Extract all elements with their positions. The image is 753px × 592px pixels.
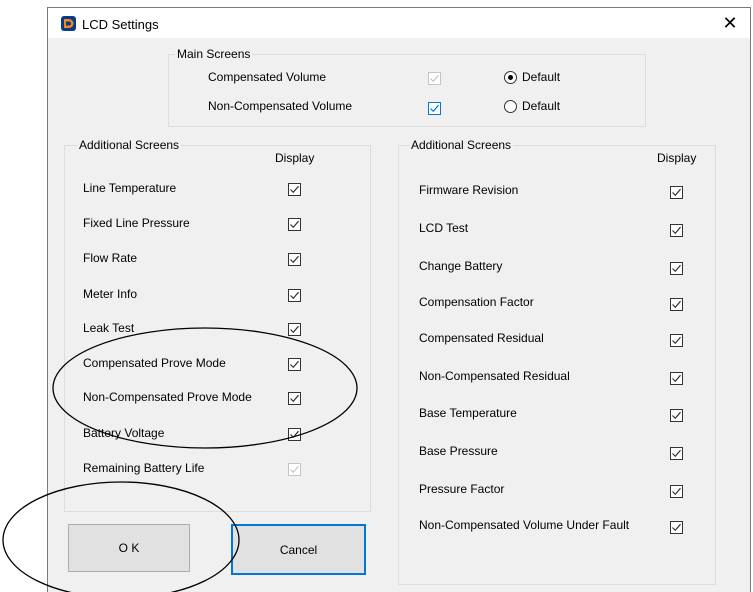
- left-screen-checkbox[interactable]: [288, 323, 301, 336]
- left-screen-label: Remaining Battery Life: [83, 461, 205, 475]
- cancel-button[interactable]: Cancel: [231, 524, 366, 575]
- left-screen-checkbox[interactable]: [288, 253, 301, 266]
- left-screen-checkbox[interactable]: [288, 218, 301, 231]
- right-screen-label: Compensation Factor: [419, 295, 534, 309]
- right-screen-checkbox[interactable]: [670, 409, 683, 422]
- left-screen-label: Line Temperature: [83, 181, 177, 195]
- radio-dot-icon: [508, 75, 513, 80]
- left-screen-checkbox[interactable]: [288, 358, 301, 371]
- checkmark-icon: [672, 226, 681, 235]
- main-screens-group: Main Screens: [168, 47, 646, 127]
- cancel-button-label: Cancel: [279, 542, 318, 557]
- right-screen-label: Base Pressure: [419, 444, 498, 458]
- checkmark-icon: [430, 74, 439, 83]
- right-screen-label: Non-Compensated Residual: [419, 369, 570, 383]
- default-radio[interactable]: [504, 71, 517, 84]
- checkmark-icon: [672, 411, 681, 420]
- left-screen-label: Meter Info: [83, 287, 138, 301]
- default-radio-label: Default: [522, 70, 561, 84]
- default-radio[interactable]: [504, 100, 517, 113]
- checkmark-icon: [672, 523, 681, 532]
- left-screen-label: Battery Voltage: [83, 426, 165, 440]
- right-screen-label: Pressure Factor: [419, 482, 505, 496]
- checkmark-icon: [290, 325, 299, 334]
- title-bar: LCD Settings ✕: [48, 8, 750, 38]
- left-screen-label: Flow Rate: [83, 251, 138, 265]
- left-additional-screens-legend: Additional Screens: [77, 138, 182, 152]
- app-logo-icon: [61, 16, 76, 31]
- right-screen-checkbox[interactable]: [670, 372, 683, 385]
- left-screen-checkbox[interactable]: [288, 392, 301, 405]
- left-screen-label: Non-Compensated Prove Mode: [83, 390, 252, 404]
- checkmark-icon: [290, 360, 299, 369]
- left-screen-checkbox: [288, 463, 301, 476]
- right-screen-checkbox[interactable]: [670, 186, 683, 199]
- ok-button[interactable]: O K: [68, 524, 190, 572]
- checkmark-icon: [290, 394, 299, 403]
- lcd-settings-dialog: LCD Settings ✕ Main Screens Additional S…: [47, 7, 751, 592]
- checkmark-icon: [290, 291, 299, 300]
- right-screen-label: Firmware Revision: [419, 183, 519, 197]
- right-screen-label: Base Temperature: [419, 406, 517, 420]
- ok-button-label: O K: [118, 541, 140, 555]
- right-screen-checkbox[interactable]: [670, 521, 683, 534]
- left-screen-label: Leak Test: [83, 321, 135, 335]
- checkmark-icon: [290, 185, 299, 194]
- right-screen-checkbox[interactable]: [670, 334, 683, 347]
- checkmark-icon: [672, 374, 681, 383]
- right-screen-checkbox[interactable]: [670, 485, 683, 498]
- checkmark-icon: [290, 255, 299, 264]
- right-screen-checkbox[interactable]: [670, 224, 683, 237]
- checkmark-icon: [430, 104, 439, 113]
- left-display-header: Display: [275, 151, 315, 165]
- checkmark-icon: [672, 264, 681, 273]
- right-screen-checkbox[interactable]: [670, 447, 683, 460]
- right-screen-checkbox[interactable]: [670, 262, 683, 275]
- right-screen-label: LCD Test: [419, 221, 469, 235]
- right-additional-screens-legend: Additional Screens: [409, 138, 514, 152]
- checkmark-icon: [672, 449, 681, 458]
- left-screen-label: Fixed Line Pressure: [83, 216, 190, 230]
- left-screen-checkbox[interactable]: [288, 183, 301, 196]
- close-button[interactable]: ✕: [710, 8, 750, 38]
- main-screen-checkbox[interactable]: [428, 102, 441, 115]
- main-screen-label: Non-Compensated Volume: [208, 99, 353, 113]
- checkmark-icon: [672, 336, 681, 345]
- checkmark-icon: [672, 188, 681, 197]
- left-screen-checkbox[interactable]: [288, 289, 301, 302]
- checkmark-icon: [290, 430, 299, 439]
- window-title: LCD Settings: [82, 17, 159, 32]
- right-screen-label: Change Battery: [419, 259, 503, 273]
- checkmark-icon: [672, 487, 681, 496]
- right-screen-checkbox[interactable]: [670, 298, 683, 311]
- left-screen-checkbox[interactable]: [288, 428, 301, 441]
- right-screen-label: Non-Compensated Volume Under Fault: [419, 518, 630, 532]
- checkmark-icon: [290, 465, 299, 474]
- main-screens-legend: Main Screens: [175, 47, 253, 61]
- checkmark-icon: [290, 220, 299, 229]
- right-screen-label: Compensated Residual: [419, 331, 544, 345]
- checkmark-icon: [672, 300, 681, 309]
- right-display-header: Display: [657, 151, 697, 165]
- default-radio-label: Default: [522, 99, 561, 113]
- main-screen-checkbox: [428, 72, 441, 85]
- main-screen-label: Compensated Volume: [208, 70, 327, 84]
- left-screen-label: Compensated Prove Mode: [83, 356, 226, 370]
- close-icon: ✕: [722, 12, 738, 33]
